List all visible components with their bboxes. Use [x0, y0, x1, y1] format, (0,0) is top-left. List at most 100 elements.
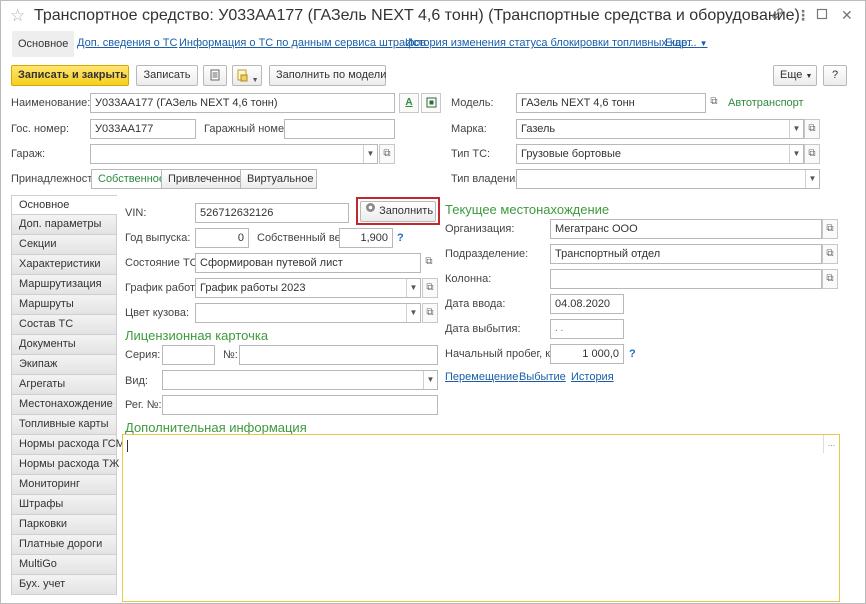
tab-extra-info[interactable]: Доп. сведения о ТС — [77, 37, 177, 49]
open-icon[interactable]: ⧉ — [822, 219, 838, 239]
series-input[interactable] — [162, 345, 215, 365]
title-bar: ☆ Транспортное средство: У033АА177 (ГАЗе… — [1, 1, 865, 31]
sidebar-item-fuel-cards[interactable]: Топливные карты — [11, 415, 117, 435]
save-and-close-button[interactable]: Записать и закрыть — [11, 65, 129, 86]
open-icon[interactable]: ⧉ — [822, 269, 838, 289]
more-dots-icon[interactable]: ... — [823, 435, 839, 453]
sidebar-item-accounting[interactable]: Бух. учет — [11, 575, 117, 595]
sidebar-item-main[interactable]: Основное — [11, 195, 117, 215]
open-icon[interactable]: ⧉ — [706, 93, 722, 113]
vin-label: VIN: — [125, 207, 147, 219]
organization-input[interactable]: Мегатранс ООО — [550, 219, 822, 239]
open-icon[interactable]: ⧉ — [804, 144, 820, 164]
kind-select[interactable]: ▼ — [162, 370, 438, 390]
state-input[interactable]: Сформирован путевой лист — [195, 253, 421, 273]
extra-info-textarea[interactable]: ... — [122, 434, 840, 602]
chevron-down-icon[interactable]: ▼ — [789, 145, 803, 163]
sidebar-item-sections[interactable]: Секции — [11, 235, 117, 255]
link-history[interactable]: История — [571, 371, 614, 383]
sidebar-item-fines[interactable]: Штрафы — [11, 495, 117, 515]
garage-label: Гараж: — [11, 148, 46, 160]
kind-label: Вид: — [125, 375, 148, 387]
vehicle-type-select[interactable]: Грузовые бортовые ▼ — [516, 144, 804, 164]
link-movement[interactable]: Перемещение — [445, 371, 518, 383]
chevron-down-icon[interactable]: ▼ — [789, 120, 803, 138]
sidebar-item-parking[interactable]: Парковки — [11, 515, 117, 535]
garage-number-input[interactable] — [284, 119, 395, 139]
chevron-down-icon[interactable]: ▼ — [805, 170, 819, 188]
list-icon[interactable] — [203, 65, 227, 86]
gos-number-input[interactable]: У033АА177 — [90, 119, 196, 139]
open-icon[interactable]: ⧉ — [421, 253, 437, 273]
mileage-help-icon[interactable]: ? — [629, 348, 636, 360]
tab-more[interactable]: Еще... ▼ — [665, 37, 708, 49]
vin-input[interactable]: 526712632126 — [195, 203, 349, 223]
open-icon[interactable]: ⧉ — [422, 303, 438, 323]
more-button[interactable]: Еще ▼ — [773, 65, 817, 86]
brand-select[interactable]: Газель ▼ — [516, 119, 804, 139]
sidebar-item-aggregates[interactable]: Агрегаты — [11, 375, 117, 395]
column-label: Колонна: — [445, 273, 492, 285]
chevron-down-icon[interactable]: ▼ — [406, 304, 420, 322]
license-number-input[interactable] — [239, 345, 438, 365]
sidebar-item-characteristics[interactable]: Характеристики — [11, 255, 117, 275]
garage-select[interactable]: ▼ — [90, 144, 378, 164]
open-icon[interactable]: ⧉ — [822, 244, 838, 264]
sidebar-item-crew[interactable]: Экипаж — [11, 355, 117, 375]
open-icon[interactable]: ⧉ — [422, 278, 438, 298]
sidebar-item-extra-params[interactable]: Доп. параметры — [11, 215, 117, 235]
reg-number-input[interactable] — [162, 395, 438, 415]
tab-main[interactable]: Основное — [12, 31, 75, 57]
ownership-type-label: Тип владения: — [451, 173, 525, 185]
mileage-input[interactable]: 1 000,0 — [550, 344, 624, 364]
fill-vin-button[interactable]: Заполнить — [360, 201, 436, 222]
ownership-type-select[interactable]: ▼ — [516, 169, 820, 189]
belonging-attracted[interactable]: Привлеченное — [161, 169, 242, 189]
chevron-down-icon[interactable]: ▼ — [363, 145, 377, 163]
column-input[interactable] — [550, 269, 822, 289]
sidebar-item-location[interactable]: Местонахождение — [11, 395, 117, 415]
date-out-input[interactable]: . . — [550, 319, 624, 339]
year-input[interactable]: 0 — [195, 228, 249, 248]
print-doc-icon[interactable]: ▼ — [232, 65, 262, 86]
belonging-virtual[interactable]: Виртуальное — [240, 169, 317, 189]
weight-help-icon[interactable]: ? — [397, 232, 404, 244]
more-menu-icon[interactable]: ⋮ — [796, 7, 810, 24]
open-icon[interactable]: ⧉ — [804, 119, 820, 139]
chevron-down-icon[interactable]: ▼ — [406, 279, 420, 297]
name-input[interactable]: У033АА177 (ГАЗель NEXT 4,6 тонн) — [90, 93, 395, 113]
barcode-icon[interactable] — [421, 93, 441, 113]
sidebar-item-documents[interactable]: Документы — [11, 335, 117, 355]
link-disposal[interactable]: Выбытие — [519, 371, 566, 383]
tab-fuel-card-history[interactable]: История изменения статуса блокировки топ… — [405, 37, 692, 49]
language-a-icon[interactable]: A — [399, 93, 419, 113]
sidebar-item-multigo[interactable]: MultiGo — [11, 555, 117, 575]
date-in-input[interactable]: 04.08.2020 — [550, 294, 624, 314]
favorite-star-icon[interactable]: ☆ — [10, 6, 25, 26]
sidebar-item-toll-roads[interactable]: Платные дороги — [11, 535, 117, 555]
weight-input[interactable]: 1,900 — [339, 228, 393, 248]
department-input[interactable]: Транспортный отдел — [550, 244, 822, 264]
save-button[interactable]: Записать — [136, 65, 198, 86]
open-icon[interactable]: ⧉ — [379, 144, 395, 164]
link-icon[interactable] — [771, 7, 784, 23]
body-color-select[interactable]: ▼ — [195, 303, 421, 323]
brand-label: Марка: — [451, 123, 487, 135]
schedule-select[interactable]: График работы 2023 ▼ — [195, 278, 421, 298]
belonging-own[interactable]: Собственное — [91, 169, 165, 189]
sidebar-item-monitoring[interactable]: Мониторинг — [11, 475, 117, 495]
sidebar-item-routes[interactable]: Маршруты — [11, 295, 117, 315]
number-label: №: — [223, 349, 238, 361]
sidebar-item-fuel-norms[interactable]: Нормы расхода ГСМ — [11, 435, 125, 455]
sidebar-item-tech-fluid-norms[interactable]: Нормы расхода ТЖ — [11, 455, 119, 475]
sidebar-item-vehicle-composition[interactable]: Состав ТС — [11, 315, 117, 335]
help-button[interactable]: ? — [823, 65, 847, 86]
model-input[interactable]: ГАЗель NEXT 4,6 тонн — [516, 93, 706, 113]
fill-by-model-button[interactable]: Заполнить по модели — [269, 65, 386, 86]
tab-fines-info[interactable]: Информация о ТС по данным сервиса штрафо… — [179, 37, 426, 49]
chevron-down-icon[interactable]: ▼ — [423, 371, 437, 389]
sidebar-item-routing[interactable]: Маршрутизация — [11, 275, 117, 295]
department-label: Подразделение: — [445, 248, 529, 260]
maximize-icon[interactable] — [816, 7, 828, 23]
close-icon[interactable]: ✕ — [841, 7, 853, 24]
